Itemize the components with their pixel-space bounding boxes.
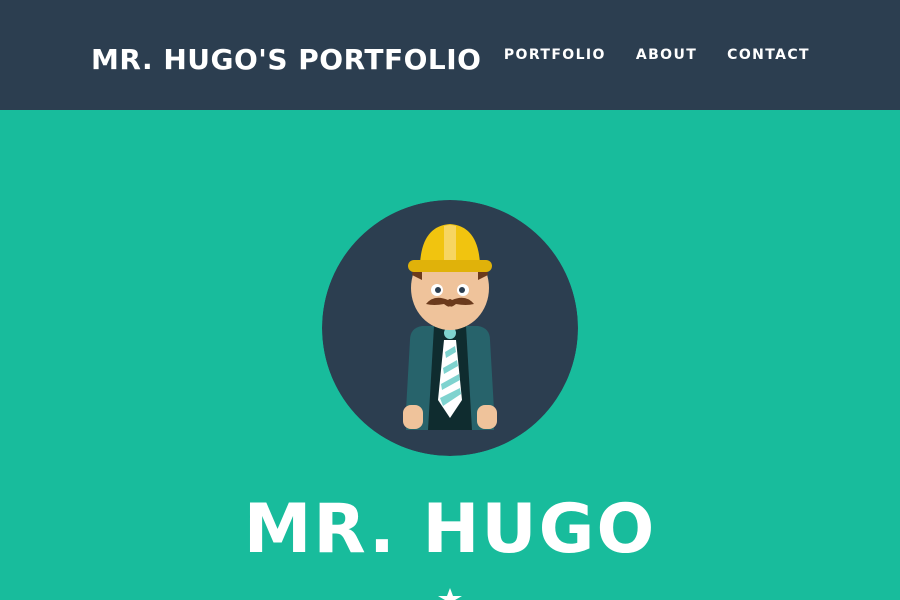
brand-link[interactable]: MR. HUGO'S PORTFOLIO (91, 40, 482, 80)
construction-worker-icon (322, 200, 578, 456)
navbar: MR. HUGO'S PORTFOLIO PORTFOLIO ABOUT CON… (0, 0, 900, 110)
star-icon (438, 588, 462, 600)
nav-link-portfolio[interactable]: PORTFOLIO (504, 45, 606, 65)
nav-link-contact[interactable]: CONTACT (727, 45, 810, 65)
nav-link-about[interactable]: ABOUT (636, 45, 697, 65)
avatar (322, 200, 578, 456)
nav-links: PORTFOLIO ABOUT CONTACT (504, 45, 810, 65)
hero-title: MR. HUGO (243, 490, 657, 569)
